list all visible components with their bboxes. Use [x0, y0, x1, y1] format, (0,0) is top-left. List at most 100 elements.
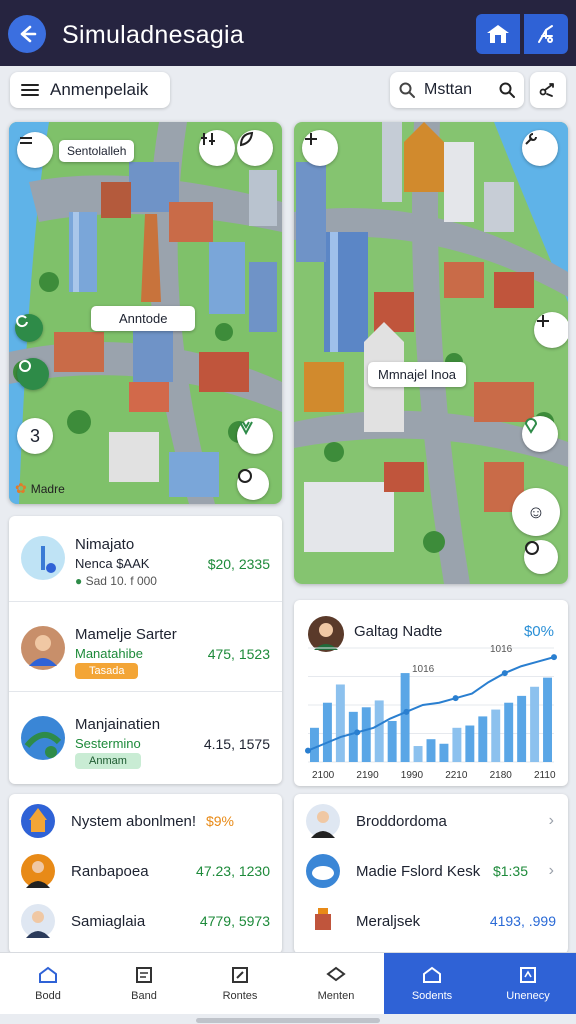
chart-point — [403, 708, 410, 715]
chart-point — [452, 695, 459, 702]
chart-point — [305, 747, 311, 754]
filter-icon — [201, 133, 215, 145]
map-locate-button[interactable] — [17, 358, 49, 390]
map-pin-right-button[interactable] — [522, 416, 558, 452]
list-item-value: $1:35 — [492, 863, 528, 879]
avatar — [306, 804, 340, 838]
cloud-icon — [312, 866, 334, 880]
x-tick-label: 2180 — [490, 770, 513, 781]
chart-point — [551, 654, 557, 661]
minus-icon — [20, 137, 32, 144]
clipboard-icon — [136, 966, 152, 983]
list-item[interactable]: Meraljsek 4193, .999 — [294, 896, 568, 946]
nav-label: Band — [131, 989, 157, 1002]
list-item[interactable]: Samiaglaia 4779, 5973 — [9, 896, 282, 946]
plus-icon — [305, 133, 317, 145]
compass-icon — [238, 469, 252, 483]
list-item-name: Samiaglaia — [71, 913, 146, 930]
list-item[interactable]: Nystem abonlmen! $9% — [9, 796, 282, 846]
x-tick-label: 2100 — [312, 770, 335, 781]
nav-item-menten[interactable]: Menten — [288, 953, 384, 1014]
map-tool-button[interactable] — [522, 130, 558, 166]
robot-icon — [315, 908, 331, 930]
settings-icon — [538, 25, 554, 43]
panel-icon — [520, 966, 536, 983]
menu-selector[interactable]: Anmenpelaik — [10, 72, 170, 108]
nav-item-bodd[interactable]: Bodd — [0, 953, 96, 1014]
app-title: Simuladnesagia — [62, 21, 245, 49]
nav-item-unenecy[interactable]: Unenecy — [480, 953, 576, 1014]
list-item-value: $9% — [205, 813, 234, 829]
chart-bar — [374, 700, 384, 762]
back-button[interactable] — [8, 15, 46, 53]
nav-label: Sodents — [411, 989, 453, 1002]
nav-item-rontes[interactable]: Rontes — [192, 953, 288, 1014]
person-icon — [26, 911, 50, 938]
edit-icon — [232, 966, 248, 983]
avatar — [21, 626, 65, 670]
map-pin-button[interactable] — [237, 418, 273, 454]
map-compass-button[interactable] — [237, 468, 269, 500]
list-item-meta: ● Sad 10. f 000 — [75, 574, 157, 588]
list-item-value: 475, 1523 — [207, 646, 270, 662]
list-item-name: Manjainatien — [75, 716, 161, 733]
chart-bar — [348, 711, 358, 762]
nav-label: Rontes — [222, 989, 258, 1002]
list-item[interactable]: Mamelje Sarter Manatahibe Tasada 475, 15… — [9, 606, 282, 692]
chevron-right-icon[interactable]: › — [549, 862, 554, 880]
map-refresh-button[interactable] — [15, 314, 43, 342]
chart-bar — [413, 746, 423, 762]
map-compass-right-button[interactable] — [524, 540, 558, 574]
map-add-button[interactable] — [302, 130, 338, 166]
map-layer-3-button[interactable]: 3 — [17, 418, 53, 454]
chart-bar — [504, 702, 514, 762]
list-card: Nimajato Nenca $AAK ● Sad 10. f 000 $20,… — [9, 516, 282, 784]
map-zoom-in-button[interactable] — [534, 312, 568, 348]
nav-label: Bodd — [35, 989, 61, 1002]
city-map-right[interactable]: Mmnajel Inoa ☺ — [294, 122, 568, 584]
search-submit-icon[interactable] — [498, 81, 516, 99]
list-item[interactable]: Madie Fslord Kesk $1:35 › — [294, 846, 568, 896]
list-panel-left: Nystem abonlmen! $9% Ranbapoea 47.23, 12… — [9, 794, 282, 954]
menu-label: Anmenpelaik — [50, 80, 149, 99]
search-input[interactable]: Msttan — [390, 72, 524, 108]
list-item[interactable]: Broddordoma › — [294, 796, 568, 846]
avatar — [21, 854, 55, 888]
map-filter-button[interactable] — [199, 130, 235, 166]
chart-annotation: 1016 — [490, 644, 513, 655]
nav-label: Menten — [317, 989, 355, 1002]
nav-item-sodents[interactable]: Sodents — [384, 953, 480, 1014]
list-item[interactable]: Nimajato Nenca $AAK ● Sad 10. f 000 $20,… — [9, 516, 282, 602]
nav-item-band[interactable]: Band — [96, 953, 192, 1014]
settings-button[interactable] — [524, 14, 568, 54]
list-item-name: Meraljsek — [356, 913, 421, 930]
chart-annotation: 1016 — [412, 664, 435, 675]
list-item-sub: Manatahibe — [75, 646, 143, 661]
chevron-right-icon[interactable]: › — [549, 812, 554, 830]
bar-line-chart: 1016 1016 2100 2190 1990 2210 2180 2110 — [305, 644, 557, 781]
chart-bar — [361, 707, 371, 762]
person-icon — [311, 811, 335, 838]
tower-icon — [41, 546, 56, 573]
city-map-left[interactable]: Sentolalleh Anntode 3 ✿ Madre — [9, 122, 282, 504]
chart-point — [354, 729, 361, 736]
chart-title: Galtag Nadte — [354, 623, 443, 640]
list-item-name: Ranbapoea — [71, 863, 149, 880]
list-item[interactable]: Manjainatien Sestermino Anmam 4.15, 1575 — [9, 696, 282, 782]
map-layer-button[interactable] — [237, 130, 273, 166]
list-item-name: Broddordoma — [356, 813, 447, 830]
map-face-button[interactable]: ☺ — [512, 488, 560, 536]
chart-bar — [491, 709, 501, 762]
chart-bar — [426, 739, 436, 762]
x-tick-label: 2110 — [534, 770, 556, 781]
person-icon — [26, 861, 50, 888]
map-minus-button[interactable] — [17, 132, 53, 168]
status-badge: Tasada — [75, 663, 139, 679]
home-button[interactable] — [476, 14, 520, 54]
chart-bar — [387, 720, 397, 762]
wrench-icon — [525, 133, 537, 145]
avatar — [306, 904, 340, 938]
list-item[interactable]: Ranbapoea 47.23, 1230 — [9, 846, 282, 896]
chart-bar — [322, 702, 332, 762]
share-button[interactable] — [530, 72, 566, 108]
